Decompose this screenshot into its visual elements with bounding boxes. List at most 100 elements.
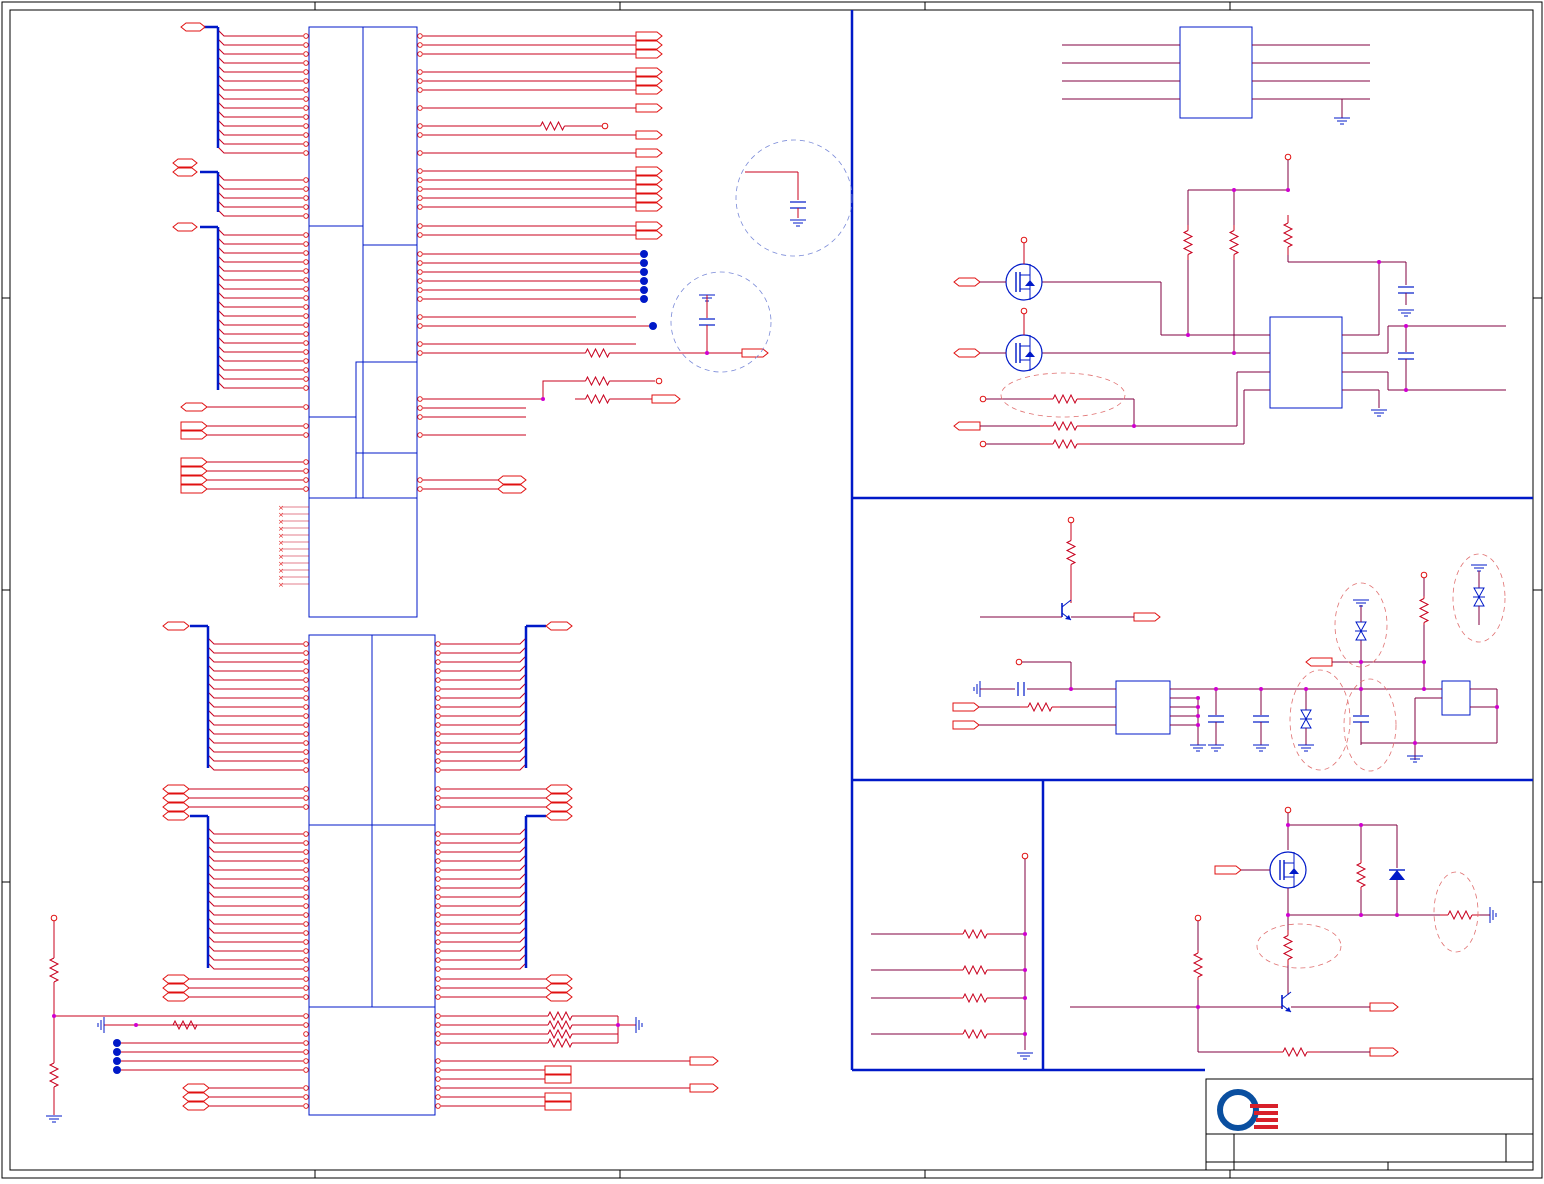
pin-circle [435,966,441,972]
wire [441,944,527,952]
pin-circle [417,287,423,293]
pin-circle [303,78,309,84]
wire [217,74,303,82]
port-flag-icon [182,1083,210,1093]
mosfet-icon [1020,264,1031,276]
resistor-icon [1052,393,1078,405]
resistor-icon [547,1010,573,1022]
wire [207,700,303,708]
pin-circle [417,341,423,347]
pin-circle [303,758,309,764]
port-flag-icon [1214,865,1242,875]
junction-dot [1286,188,1290,192]
pin-circle [303,87,309,93]
port-flag-icon [545,802,573,812]
pin-circle [417,195,423,201]
pin-circle [435,885,441,891]
port-flag-icon [1133,612,1161,622]
pin-circle [417,223,423,229]
pin-circle [303,831,309,837]
pin-circle [417,150,423,156]
pin-circle [417,232,423,238]
pin-circle [303,695,309,701]
pin-circle [417,51,423,57]
resistor-icon [48,957,60,983]
company-logo-icon [1217,1089,1278,1131]
pin-circle [435,1076,441,1082]
wire [217,381,303,389]
pin-circle [303,1085,309,1091]
wire [217,345,303,353]
tvs-diode-icon [1355,621,1367,641]
junction-dot [1422,660,1426,664]
port-flag-icon [635,85,663,95]
pin-circle [303,349,309,355]
pin-circle [303,213,309,219]
resistor-icon [962,992,988,1004]
tvs-diode-icon [1300,717,1312,729]
pin-circle [435,740,441,746]
pin-circle [303,367,309,373]
junction-dot [1286,823,1290,827]
pin-circle [303,921,309,927]
pin-circle [303,668,309,674]
wire [217,363,303,371]
pin-circle [303,432,309,438]
junction-dot [1196,714,1200,718]
port-flag-icon [545,621,573,631]
pin-circle [435,921,441,927]
pin-circle [435,948,441,954]
sheet-frame [1,1,1543,1179]
pin-circle [435,786,441,792]
wire [441,845,527,853]
wire [217,146,303,154]
pin-circle [303,686,309,692]
resistor-icon [172,1019,198,1031]
junction-dot [1259,687,1263,691]
pin-circle [303,268,309,274]
pin-circle [435,976,441,982]
wire [441,917,527,925]
port-flag-icon [162,802,190,812]
wire [217,56,303,64]
junction-dot [1232,351,1236,355]
mosfet-icon [1020,335,1031,347]
wire [207,763,303,771]
pin-circle [417,177,423,183]
wire [542,380,575,399]
port-flag-icon [952,702,980,712]
transistor-icon [1061,599,1072,621]
pin-circle [303,477,309,483]
pin-circle [303,105,309,111]
pin-circle [417,260,423,266]
junction-dot [1023,996,1027,1000]
port-flag-icon [689,1083,719,1093]
wire [217,318,303,326]
port-flag-icon [545,974,573,984]
pin-circle [435,831,441,837]
resistor-icon [547,1019,573,1031]
junction-dot [1495,705,1499,709]
pin-circle [303,722,309,728]
power-rail-icon [1020,236,1028,244]
no-connect-dot [640,259,648,267]
pin-circle [303,713,309,719]
wire [207,745,303,753]
wire [441,745,527,753]
pin-circle [303,423,309,429]
pin-circle [435,912,441,918]
power-rail-icon [601,122,609,130]
wire [217,128,303,136]
pin-circle [303,295,309,301]
junction-dot [1359,913,1363,917]
wire [217,309,303,317]
wire [207,827,303,835]
mosfet-icon [1005,263,1043,301]
no-connect-dot [640,268,648,276]
wire [207,754,303,762]
ground-icon [46,1115,62,1123]
transistor-icon [1061,599,1072,608]
junction-dot [1196,705,1200,709]
no-connect-dot [640,250,648,258]
pin-circle [435,804,441,810]
